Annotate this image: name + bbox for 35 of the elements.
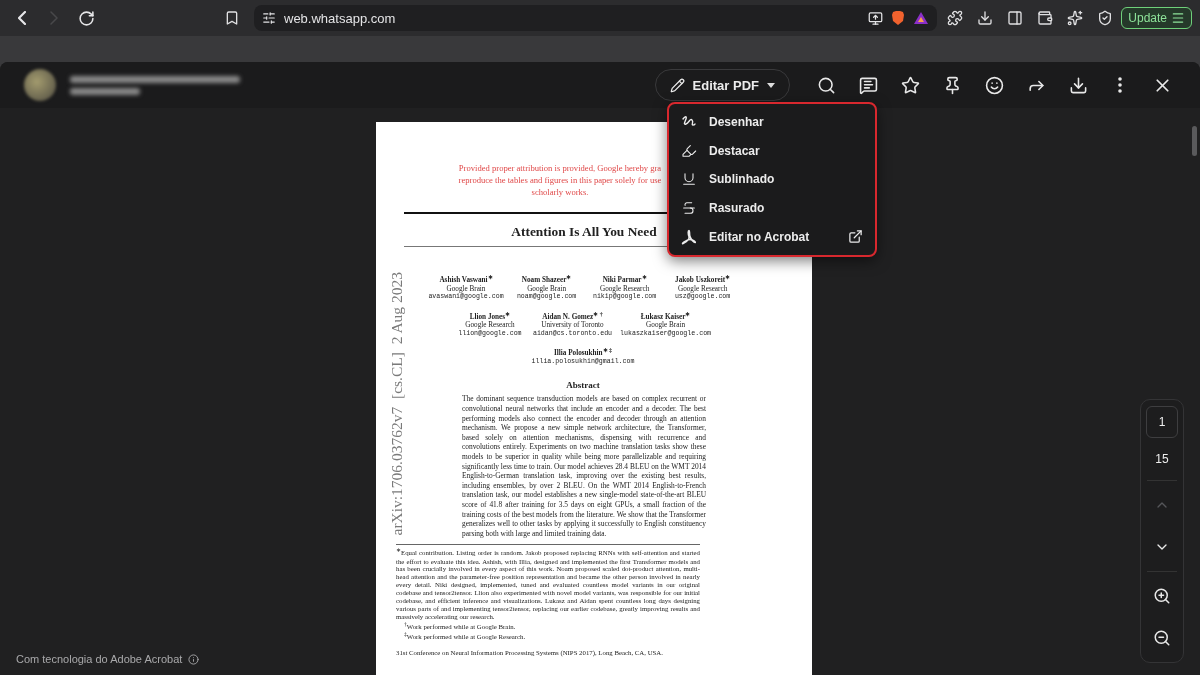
cast-icon[interactable] (868, 10, 884, 26)
underline-icon (681, 171, 697, 188)
menu-item[interactable]: Destacar (669, 136, 875, 166)
edit-pdf-button[interactable]: Editar PDF (654, 69, 790, 101)
paper-title: Attention Is All You Need (511, 224, 657, 240)
menu-item[interactable]: Desenhar (669, 108, 875, 137)
scrollbar-thumb[interactable] (1192, 126, 1197, 156)
menu-icon (1171, 11, 1185, 25)
pencil-icon (669, 77, 685, 93)
zoom-out-icon (1153, 629, 1171, 647)
menu-item[interactable]: Editar no Acrobat (669, 222, 875, 251)
update-button[interactable]: Update (1121, 7, 1192, 29)
caret-icon (767, 82, 775, 88)
arxiv-label: arXiv:1706.03762v7 [cs.CL] 2 Aug 2023 (388, 272, 406, 536)
external-link-icon (848, 229, 863, 245)
permission-notice: Provided proper attribution is provided, Google hereby gra reproduce the tables and figures in this paper solely for use scholarly works. (458, 162, 662, 198)
menu-item[interactable]: Rasurado (669, 193, 875, 223)
more-icon (1118, 77, 1122, 93)
triangle-icon[interactable] (913, 11, 930, 25)
abstract-heading: Abstract (566, 380, 600, 391)
acrobat-icon (681, 228, 697, 245)
page-count: 15 (1155, 451, 1169, 468)
menu-item[interactable]: Sublinhado (669, 165, 875, 194)
info-icon[interactable] (188, 653, 200, 665)
highlighter-icon (681, 142, 697, 159)
strikethrough-icon (681, 200, 697, 217)
powered-by-text: Com tecnologia do Adobe Acrobat (16, 653, 183, 665)
current-page-field[interactable]: 1 (1146, 406, 1178, 438)
bookmark-icon (224, 10, 240, 26)
avatar (24, 69, 56, 101)
url-text: web.whatsapp.com (284, 10, 397, 26)
site-settings-icon[interactable] (262, 11, 276, 25)
zoom-in-icon (1153, 587, 1171, 605)
address-bar[interactable]: web.whatsapp.com (254, 5, 938, 31)
search-icon (816, 75, 836, 95)
